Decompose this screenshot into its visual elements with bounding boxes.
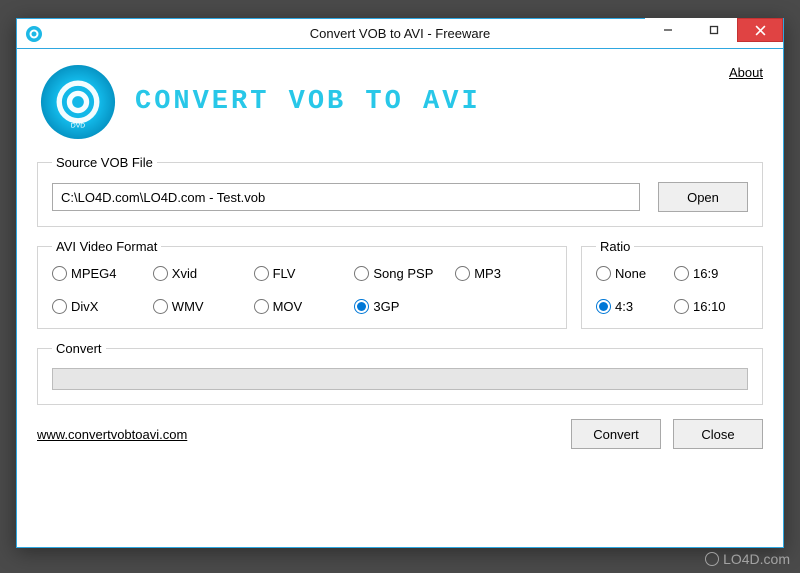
window-controls [645, 19, 783, 48]
ratio-label: 16:9 [693, 266, 718, 281]
ratio-radio[interactable] [596, 299, 611, 314]
minimize-button[interactable] [645, 18, 691, 42]
ratio-option-16-9[interactable]: 16:9 [674, 266, 748, 281]
convert-legend: Convert [52, 341, 106, 356]
app-window: Convert VOB to AVI - Freeware [16, 18, 784, 548]
ratio-options: None 16:9 4:3 16:10 [596, 266, 748, 314]
ratio-legend: Ratio [596, 239, 634, 254]
source-legend: Source VOB File [52, 155, 157, 170]
format-option-xvid[interactable]: Xvid [153, 266, 250, 281]
format-option-song-psp[interactable]: Song PSP [354, 266, 451, 281]
client-area: DVD Convert VOB to AVI About Source VOB … [17, 49, 783, 463]
close-app-button[interactable]: Close [673, 419, 763, 449]
ratio-option-4-3[interactable]: 4:3 [596, 299, 670, 314]
format-label: MOV [273, 299, 303, 314]
open-button[interactable]: Open [658, 182, 748, 212]
svg-text:DVD: DVD [71, 122, 85, 129]
convert-fieldset: Convert [37, 341, 763, 405]
close-button[interactable] [737, 18, 783, 42]
format-label: DivX [71, 299, 98, 314]
ratio-option-none[interactable]: None [596, 266, 670, 281]
ratio-label: None [615, 266, 646, 281]
format-fieldset: AVI Video Format MPEG4 Xvid FLV Song PSP MP3… [37, 239, 567, 329]
format-label: 3GP [373, 299, 399, 314]
format-legend: AVI Video Format [52, 239, 161, 254]
app-title: Convert VOB to AVI [135, 87, 481, 117]
watermark-text: LO4D.com [723, 551, 790, 567]
about-link[interactable]: About [729, 65, 763, 80]
format-radio[interactable] [354, 266, 369, 281]
format-option-flv[interactable]: FLV [254, 266, 351, 281]
ratio-label: 16:10 [693, 299, 726, 314]
format-option-mov[interactable]: MOV [254, 299, 351, 314]
format-label: Song PSP [373, 266, 433, 281]
format-radio[interactable] [254, 299, 269, 314]
convert-button[interactable]: Convert [571, 419, 661, 449]
format-radio[interactable] [153, 266, 168, 281]
format-option-mpeg4[interactable]: MPEG4 [52, 266, 149, 281]
ratio-option-16-10[interactable]: 16:10 [674, 299, 748, 314]
titlebar: Convert VOB to AVI - Freeware [17, 19, 783, 49]
format-radio[interactable] [455, 266, 470, 281]
format-label: FLV [273, 266, 296, 281]
format-option-divx[interactable]: DivX [52, 299, 149, 314]
progress-bar [52, 368, 748, 390]
source-fieldset: Source VOB File Open [37, 155, 763, 227]
ratio-radio[interactable] [674, 299, 689, 314]
header-row: DVD Convert VOB to AVI About [37, 61, 763, 143]
ratio-radio[interactable] [596, 266, 611, 281]
ratio-fieldset: Ratio None 16:9 4:3 16:10 [581, 239, 763, 329]
format-option-wmv[interactable]: WMV [153, 299, 250, 314]
site-link[interactable]: www.convertvobtoavi.com [37, 427, 187, 442]
format-radio[interactable] [52, 299, 67, 314]
format-radio[interactable] [254, 266, 269, 281]
format-label: WMV [172, 299, 204, 314]
format-label: MPEG4 [71, 266, 117, 281]
format-option-3gp[interactable]: 3GP [354, 299, 451, 314]
app-icon [25, 25, 43, 43]
ratio-radio[interactable] [674, 266, 689, 281]
format-radio[interactable] [52, 266, 67, 281]
ratio-label: 4:3 [615, 299, 633, 314]
format-label: Xvid [172, 266, 197, 281]
footer-row: www.convertvobtoavi.com Convert Close [37, 419, 763, 449]
watermark: LO4D.com [705, 551, 790, 567]
format-options: MPEG4 Xvid FLV Song PSP MP3 DivX WMV MOV 3GP [52, 266, 552, 314]
app-logo: DVD [37, 61, 119, 143]
watermark-icon [705, 552, 719, 566]
maximize-button[interactable] [691, 18, 737, 42]
format-label: MP3 [474, 266, 501, 281]
format-radio[interactable] [354, 299, 369, 314]
format-option-mp3[interactable]: MP3 [455, 266, 552, 281]
format-radio[interactable] [153, 299, 168, 314]
source-file-input[interactable] [52, 183, 640, 211]
